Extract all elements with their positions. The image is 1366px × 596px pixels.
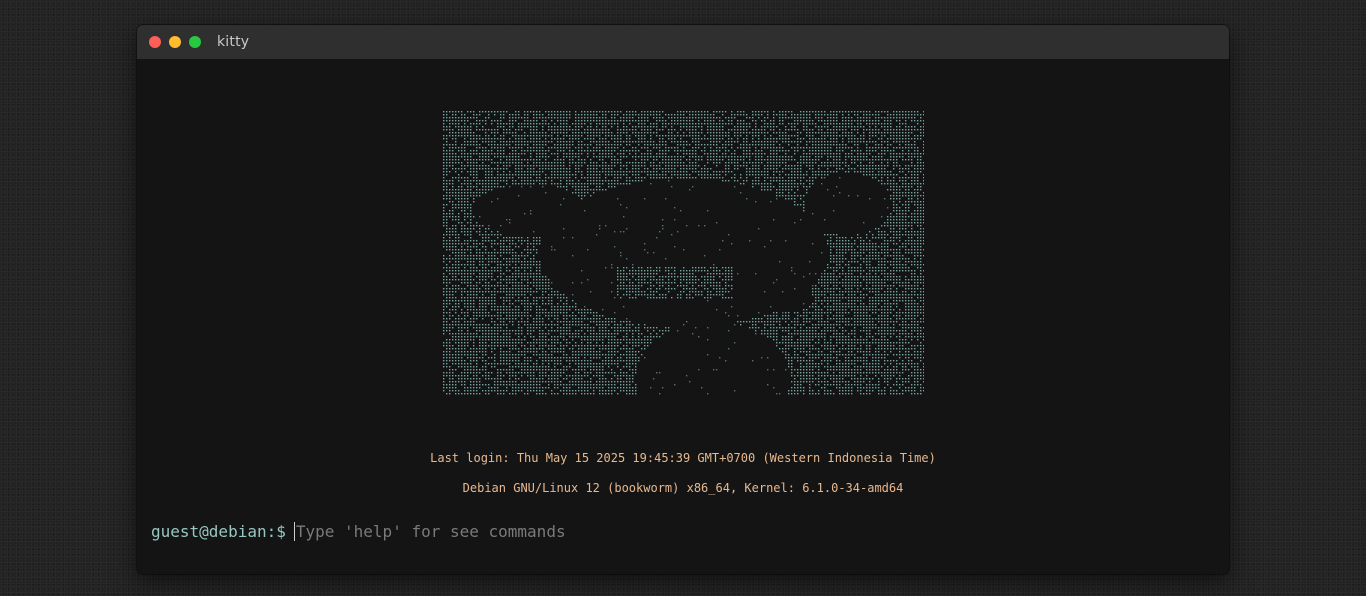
close-window-icon[interactable] — [149, 36, 161, 48]
window-title: kitty — [217, 34, 250, 50]
terminal-window: kitty Last login: Thu May 15 2025 19:45:… — [137, 25, 1229, 574]
command-input[interactable] — [295, 522, 896, 541]
command-line: guest@debian:$ — [151, 522, 896, 541]
ascii-art-logo — [443, 111, 924, 395]
minimize-window-icon[interactable] — [169, 36, 181, 48]
maximize-window-icon[interactable] — [189, 36, 201, 48]
title-bar[interactable]: kitty — [137, 25, 1229, 59]
text-cursor — [293, 522, 295, 541]
shell-prompt: guest@debian:$ — [151, 522, 286, 541]
system-info-text: Debian GNU/Linux 12 (bookworm) x86_64, K… — [462, 481, 904, 495]
last-login-text: Last login: Thu May 15 2025 19:45:39 GMT… — [430, 451, 936, 465]
